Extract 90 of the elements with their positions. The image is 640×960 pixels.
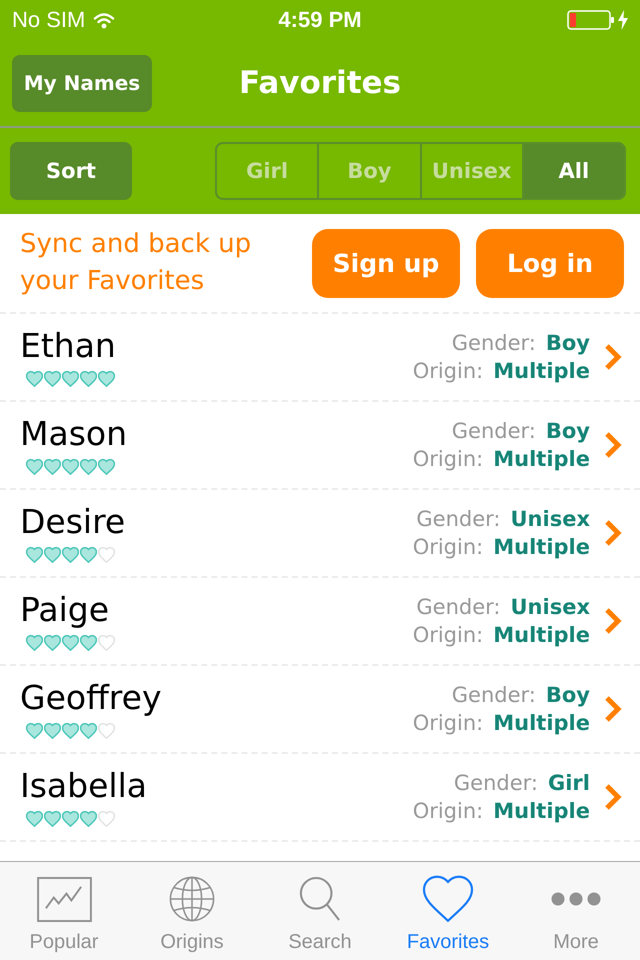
gender-value: Boy: [546, 682, 590, 709]
gender-filter-segment[interactable]: Girl: [217, 144, 320, 198]
gender-label: Gender:: [454, 770, 538, 797]
baby-name: Desire: [20, 503, 126, 541]
heart-icon: [62, 723, 79, 739]
tab-bar-item[interactable]: Popular: [0, 862, 128, 960]
origin-label: Origin:: [412, 798, 484, 825]
gender-filter-segment[interactable]: Boy: [319, 144, 422, 198]
origin-label: Origin:: [412, 710, 484, 737]
heart-icon: [80, 723, 97, 739]
battery-icon: [567, 10, 614, 30]
heart-icon: [26, 547, 43, 563]
chevron-icon[interactable]: [604, 431, 622, 459]
heart-icon: [98, 371, 115, 387]
baby-name: Paige: [20, 591, 110, 629]
gender-value: Boy: [546, 330, 590, 357]
sort-button[interactable]: Sort: [10, 142, 132, 200]
origin-label: Origin:: [412, 358, 484, 385]
origin-value: Multiple: [493, 710, 590, 737]
gender-label: Gender:: [452, 682, 536, 709]
chevron-icon[interactable]: [604, 695, 622, 723]
heart-icon: [44, 547, 61, 563]
heart-icon: [62, 459, 79, 475]
heart-icon: [98, 811, 115, 827]
baby-name: Geoffrey: [20, 679, 162, 717]
heart-icon: [80, 459, 97, 475]
heart-icon: [80, 635, 97, 651]
chevron-icon[interactable]: [604, 343, 622, 371]
origin-value: Multiple: [493, 358, 590, 385]
heart-icon: [98, 723, 115, 739]
heart-icon: [62, 635, 79, 651]
my-names-button[interactable]: My Names: [12, 54, 152, 112]
line-chart-icon: [36, 876, 92, 922]
search-icon: [299, 876, 341, 922]
gender-label: Gender:: [452, 418, 536, 445]
heart-icon: [80, 547, 97, 563]
baby-name: Mason: [20, 415, 127, 453]
heart-icon: [62, 547, 79, 563]
heart-icon: [26, 371, 43, 387]
tab-bar-item[interactable]: More: [512, 862, 640, 960]
charging-bolt-icon: [618, 10, 628, 30]
gender-value: Boy: [546, 418, 590, 445]
tab-bar-item[interactable]: Favorites: [384, 862, 512, 960]
heart-icon: [26, 811, 43, 827]
account-button[interactable]: Sign up: [312, 228, 460, 298]
baby-name: Isabella: [20, 767, 147, 805]
heart-icon: [80, 811, 97, 827]
chevron-icon[interactable]: [604, 607, 622, 635]
heart-icon: [62, 811, 79, 827]
globe-icon: [169, 876, 215, 922]
heart-icon: [26, 635, 43, 651]
heart-icon: [44, 459, 61, 475]
gender-value: Unisex: [510, 594, 590, 621]
heart-icon: [80, 371, 97, 387]
heart-icon: [422, 875, 474, 923]
heart-icon: [26, 459, 43, 475]
gender-filter-segment[interactable]: All: [524, 144, 624, 198]
origin-label: Origin:: [412, 534, 484, 561]
gender-value: Girl: [548, 770, 590, 797]
wifi-icon: [93, 12, 116, 28]
heart-icon: [98, 459, 115, 475]
heart-icon: [44, 811, 61, 827]
heart-icon: [98, 547, 115, 563]
account-button[interactable]: Log in: [476, 228, 624, 298]
page-title: Favorites: [239, 65, 401, 101]
more-icon: [551, 892, 601, 906]
origin-value: Multiple: [493, 622, 590, 649]
baby-name: Ethan: [20, 327, 116, 365]
heart-icon: [44, 723, 61, 739]
gender-label: Gender:: [416, 506, 500, 533]
carrier-text: No SIM: [12, 7, 86, 33]
heart-icon: [62, 371, 79, 387]
origin-label: Origin:: [412, 446, 484, 473]
sync-message: Sync and back up your Favorites: [20, 228, 252, 298]
origin-value: Multiple: [493, 798, 590, 825]
tab-bar-item[interactable]: Origins: [128, 862, 256, 960]
gender-label: Gender:: [452, 330, 536, 357]
origin-value: Multiple: [493, 534, 590, 561]
heart-icon: [98, 635, 115, 651]
chevron-icon[interactable]: [604, 519, 622, 547]
gender-label: Gender:: [416, 594, 500, 621]
gender-value: Unisex: [510, 506, 590, 533]
origin-label: Origin:: [412, 622, 484, 649]
heart-icon: [44, 635, 61, 651]
clock-text: 4:59 PM: [278, 7, 362, 33]
origin-value: Multiple: [493, 446, 590, 473]
heart-icon: [26, 723, 43, 739]
tab-bar-item[interactable]: Search: [256, 862, 384, 960]
heart-icon: [44, 371, 61, 387]
chevron-icon[interactable]: [604, 783, 622, 811]
